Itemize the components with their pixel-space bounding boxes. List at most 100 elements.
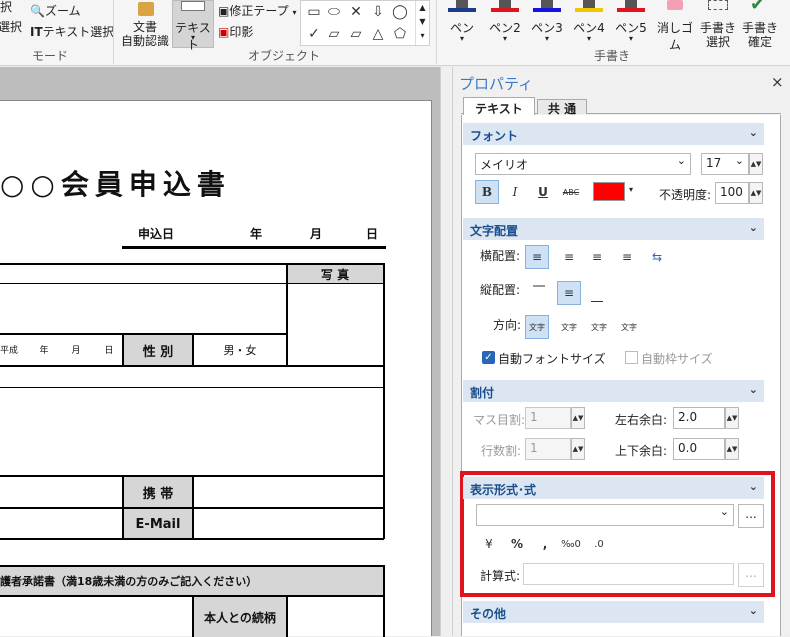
strikethrough-button[interactable]: ABC xyxy=(559,180,583,204)
bold-button[interactable]: B xyxy=(475,180,499,204)
pentagon-shape-icon[interactable]: ⬠ xyxy=(391,25,409,43)
text-cursor-icon: IT xyxy=(30,25,43,39)
document-page[interactable]: ○○会員申込書 申込日 年 月 日 写 真 平成 年 月 日 性 別 男・女 携… xyxy=(0,100,432,637)
format-select[interactable]: ⌄ xyxy=(476,504,734,526)
auto-frame-size-checkbox[interactable] xyxy=(625,351,638,364)
correction-tape-button[interactable]: ▣修正テープ ▾ xyxy=(218,2,296,19)
pen-icon xyxy=(499,0,511,8)
stamp-icon: ▣ xyxy=(218,25,230,39)
opacity-input[interactable]: 100 xyxy=(715,182,749,204)
comma-format-button[interactable]: , xyxy=(533,532,557,556)
select-tool-label[interactable]: 選択 xyxy=(0,18,22,35)
check-shape-icon[interactable]: ✓ xyxy=(305,25,323,43)
document-vertical-scrollbar[interactable] xyxy=(440,67,452,636)
layout-section-header[interactable]: 割付 ⌄ xyxy=(463,380,764,402)
direction-vertical-icon[interactable]: 文字 xyxy=(557,315,581,339)
align-center-icon[interactable]: ≡ xyxy=(557,245,581,269)
opacity-spinner[interactable]: ▲▼ xyxy=(749,182,763,204)
font-name-select[interactable]: メイリオ ⌄ xyxy=(475,153,691,175)
italic-button[interactable]: I xyxy=(503,180,527,204)
valign-top-icon[interactable]: ⎺ xyxy=(527,279,551,303)
circle-shape-icon[interactable]: ◯ xyxy=(391,3,409,21)
select-tool-label-top[interactable]: 択 xyxy=(0,0,12,15)
row-split-label: 行数割: xyxy=(481,444,522,458)
text-align-section-header[interactable]: 文字配置 ⌄ xyxy=(463,218,764,240)
lr-margin-input[interactable]: 2.0 xyxy=(673,407,725,429)
ribbon: 択 選択 🔍ズーム ITテキスト選択 モード 文書 自動認識 テキスト ▾ ▣修… xyxy=(0,0,790,66)
grid-split-input[interactable]: 1 xyxy=(525,407,571,429)
pen3-button[interactable]: ペン3 ▾ xyxy=(527,0,567,46)
panel-close-button[interactable]: × xyxy=(771,73,784,91)
doc-recognize-icon xyxy=(138,2,154,16)
align-left-icon[interactable]: ≡ xyxy=(525,245,549,269)
handwrite-select-button[interactable]: 手書き 選択 xyxy=(698,0,738,49)
callout-shape-icon[interactable]: ▱ xyxy=(325,25,343,43)
format-section-header[interactable]: 表示形式･式 ⌄ xyxy=(463,477,764,499)
font-color-swatch[interactable] xyxy=(593,182,625,201)
pen2-button[interactable]: ペン2 ▾ xyxy=(485,0,525,46)
eraser-icon xyxy=(667,0,683,10)
row-split-input[interactable]: 1 xyxy=(525,438,571,460)
align-right-icon[interactable]: ≡ xyxy=(585,245,609,269)
stamp-button[interactable]: ▣印影 xyxy=(218,23,253,40)
format-more-button[interactable]: ... xyxy=(738,504,764,528)
text-select-button[interactable]: ITテキスト選択 xyxy=(30,23,114,40)
ellipse-shape-icon[interactable]: ⬭ xyxy=(325,3,343,21)
triangle-shape-icon[interactable]: △ xyxy=(369,25,387,43)
property-panel: プロパティ × テキスト 共 通 フォント ⌄ メイリオ ⌄ 17 ⌄ ▲▼ B I … xyxy=(452,67,790,636)
calc-input[interactable] xyxy=(523,563,734,585)
shape-gallery-scroll[interactable]: ▲ ▼ ▾ xyxy=(415,1,429,45)
tb-margin-spinner[interactable]: ▲▼ xyxy=(725,438,739,460)
grid-split-spinner[interactable]: ▲▼ xyxy=(571,407,585,429)
parallelogram-shape-icon[interactable]: ▱ xyxy=(347,25,365,43)
pen-icon xyxy=(456,0,468,8)
increase-decimal-button[interactable]: ‰0 xyxy=(559,532,583,556)
cross-shape-icon[interactable]: ✕ xyxy=(347,3,365,21)
direction-vertical-rotate-icon[interactable]: 文字 xyxy=(617,315,641,339)
arrow-down-shape-icon[interactable]: ⇩ xyxy=(369,3,387,21)
font-size-select[interactable]: 17 ⌄ xyxy=(701,153,749,175)
percent-format-button[interactable]: % xyxy=(505,532,529,556)
pen4-button[interactable]: ペン4 ▾ xyxy=(569,0,609,46)
currency-format-button[interactable]: ¥ xyxy=(477,532,501,556)
font-size-spinner[interactable]: ▲▼ xyxy=(749,153,763,175)
rect-shape-icon[interactable]: ▭ xyxy=(305,3,323,21)
eraser-button[interactable]: 消しゴム xyxy=(653,0,697,52)
handwrite-select-icon xyxy=(708,0,728,10)
valign-bottom-icon[interactable]: ⎽ xyxy=(585,283,609,307)
lr-margin-label: 左右余白: xyxy=(615,413,668,427)
tb-margin-input[interactable]: 0.0 xyxy=(673,438,725,460)
lr-margin-spinner[interactable]: ▲▼ xyxy=(725,407,739,429)
direction-horizontal-icon[interactable]: 文字 xyxy=(525,315,549,339)
zoom-button[interactable]: 🔍ズーム xyxy=(30,2,81,19)
decrease-decimal-button[interactable]: .0 xyxy=(587,532,611,556)
document-title[interactable]: ○○会員申込書 xyxy=(0,163,280,203)
tab-common[interactable]: 共 通 xyxy=(537,99,587,116)
apply-year-label: 年 xyxy=(249,226,262,241)
text-tool-button[interactable]: テキスト ▾ xyxy=(172,0,214,52)
pen5-button[interactable]: ペン5 ▾ xyxy=(611,0,651,46)
pen2-color xyxy=(491,8,519,12)
chevron-down-icon[interactable]: ▾ xyxy=(629,185,633,194)
valign-middle-icon[interactable]: ≡ xyxy=(557,281,581,305)
doc-auto-recognize-button[interactable]: 文書 自動認識 xyxy=(120,0,170,48)
handwrite-confirm-button[interactable]: ✔ 手書き 確定 xyxy=(738,0,782,49)
direction-rotate-icon[interactable]: 文字 xyxy=(587,315,611,339)
email-label: E-Mail xyxy=(124,509,192,539)
auto-frame-size-label: 自動枠サイズ xyxy=(641,352,713,366)
align-justify-icon[interactable]: ≡ xyxy=(615,245,639,269)
row-split-spinner[interactable]: ▲▼ xyxy=(571,438,585,460)
other-section-header[interactable]: その他 ⌄ xyxy=(463,601,764,623)
panel-title: プロパティ xyxy=(459,75,534,93)
underline-button[interactable]: U xyxy=(531,180,555,204)
pen-icon xyxy=(583,0,595,8)
auto-font-size-label: 自動フォントサイズ xyxy=(498,352,606,366)
auto-font-size-checkbox[interactable]: ✓ xyxy=(482,351,495,364)
font-section-header[interactable]: フォント ⌄ xyxy=(463,123,764,145)
tab-text[interactable]: テキスト xyxy=(463,97,535,116)
calc-more-button[interactable]: ... xyxy=(738,563,764,587)
align-distribute-icon[interactable]: ⇆ xyxy=(645,245,669,269)
pen1-button[interactable]: ペン ▾ xyxy=(442,0,482,46)
chevron-down-icon: ⌄ xyxy=(748,126,758,139)
pen-icon xyxy=(541,0,553,8)
